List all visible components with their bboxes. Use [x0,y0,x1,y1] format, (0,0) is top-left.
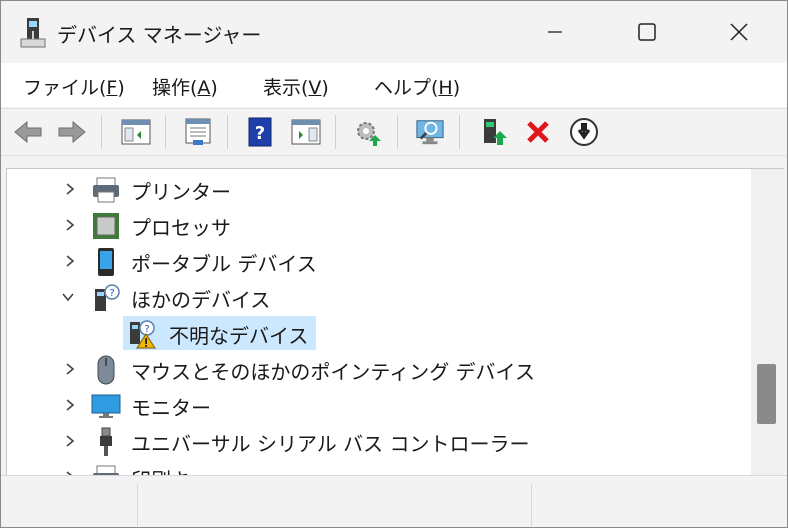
uninstall-icon [527,121,549,143]
toolbar-separator [397,115,398,149]
minimize-icon [548,31,562,33]
tree-item-label: マウスとそのほかのポインティング デバイス [131,360,535,384]
tree-item-monitors[interactable]: モニター [7,387,752,423]
disable-device-button[interactable] [569,117,599,147]
tree-item-unknown-device[interactable]: ? 不明なデバイス [7,315,752,351]
status-bar [1,475,787,527]
monitor-icon [91,394,121,418]
status-pane [137,484,532,526]
chevron-right-icon[interactable] [63,398,77,412]
help-icon: ? [248,117,272,147]
tree-item-processors[interactable]: プロセッサ [7,207,752,243]
chevron-right-icon[interactable] [63,254,77,268]
tree-item-label: 印刷キュー [131,464,231,475]
window-title: デバイス マネージャー [57,23,262,47]
close-button[interactable] [693,1,785,63]
print-queue-icon [93,465,119,475]
printer-icon [93,177,119,203]
scan-hardware-icon [416,120,444,145]
properties-button[interactable] [183,117,213,147]
toolbar-separator [227,115,228,149]
title-bar[interactable]: デバイス マネージャー [1,1,787,63]
back-button[interactable] [13,117,43,147]
menu-help[interactable]: ヘルプ(H) [374,73,460,100]
back-icon [14,120,42,144]
tree-item-label: 不明なデバイス [169,324,309,348]
toolbar-separator [459,115,460,149]
svg-text:?: ? [109,288,114,299]
svg-text:?: ? [255,123,265,144]
toolbar-separator [335,115,336,149]
svg-text:?: ? [144,324,149,335]
close-icon [730,23,748,41]
tree-item-label: モニター [131,396,211,420]
disable-device-icon [570,118,598,146]
enable-device-button[interactable] [479,117,509,147]
portable-device-icon [98,248,114,276]
unknown-device-warning-icon: ? [130,320,156,349]
scan-hardware-button[interactable] [415,117,445,147]
help-button[interactable]: ? [245,117,275,147]
tree-item-label: ユニバーサル シリアル バス コントローラー [131,432,530,456]
chevron-right-icon[interactable] [63,434,77,448]
tree-item-print-queues[interactable]: 印刷キュー [7,459,752,475]
tree-item-portable-devices[interactable]: ポータブル デバイス [7,243,752,279]
menu-bar: ファイル(F) 操作(A) 表示(V) ヘルプ(H) [1,63,787,107]
console-tree-icon [121,119,151,145]
chevron-down-icon[interactable] [61,290,75,304]
tree-item-label: ほかのデバイス [131,288,271,312]
tree-item-usb-controllers[interactable]: ユニバーサル シリアル バス コントローラー [7,423,752,459]
device-manager-app-icon [19,17,47,49]
other-devices-icon: ? [95,284,120,311]
forward-icon [58,120,86,144]
forward-button[interactable] [57,117,87,147]
usb-icon [100,427,112,456]
uninstall-button[interactable] [523,117,553,147]
show-action-pane-button[interactable] [291,117,321,147]
maximize-button[interactable] [601,1,693,63]
menu-action[interactable]: 操作(A) [152,73,218,100]
chevron-right-icon[interactable] [63,218,77,232]
toolbar-separator [165,115,166,149]
device-tree: プリンター プロセッサ ポータブル デバイス ? ほかのデバイス ? 不明なデバ… [6,168,752,475]
toolbar-separator [101,115,102,149]
scrollbar-thumb[interactable] [757,364,776,424]
console-tree-button[interactable] [121,117,151,147]
tree-item-label: プリンター [131,180,231,204]
processor-icon [93,213,119,239]
enable-device-icon [484,119,507,145]
chevron-right-icon[interactable] [63,182,77,196]
chevron-right-icon[interactable] [63,362,77,376]
mouse-icon [97,355,115,385]
tree-item-other-devices[interactable]: ? ほかのデバイス [7,279,752,315]
minimize-button[interactable] [509,1,601,63]
status-pane [531,484,786,526]
update-driver-icon [357,122,381,146]
device-manager-window: デバイス マネージャー ファイル(F) 操作(A) 表示(V) ヘルプ(H) ?… [0,0,788,528]
update-driver-button[interactable] [353,117,383,147]
menu-view[interactable]: 表示(V) [263,73,329,100]
properties-icon [185,118,211,145]
maximize-icon [638,23,656,41]
vertical-scrollbar[interactable] [751,168,784,475]
toolbar: ? [1,108,787,156]
tree-item-label: ポータブル デバイス [131,252,317,276]
show-action-pane-icon [291,119,321,145]
tree-item-label: プロセッサ [131,216,231,240]
tree-item-printers[interactable]: プリンター [7,171,752,207]
menu-file[interactable]: ファイル(F) [23,73,125,100]
tree-item-mice[interactable]: マウスとそのほかのポインティング デバイス [7,351,752,387]
